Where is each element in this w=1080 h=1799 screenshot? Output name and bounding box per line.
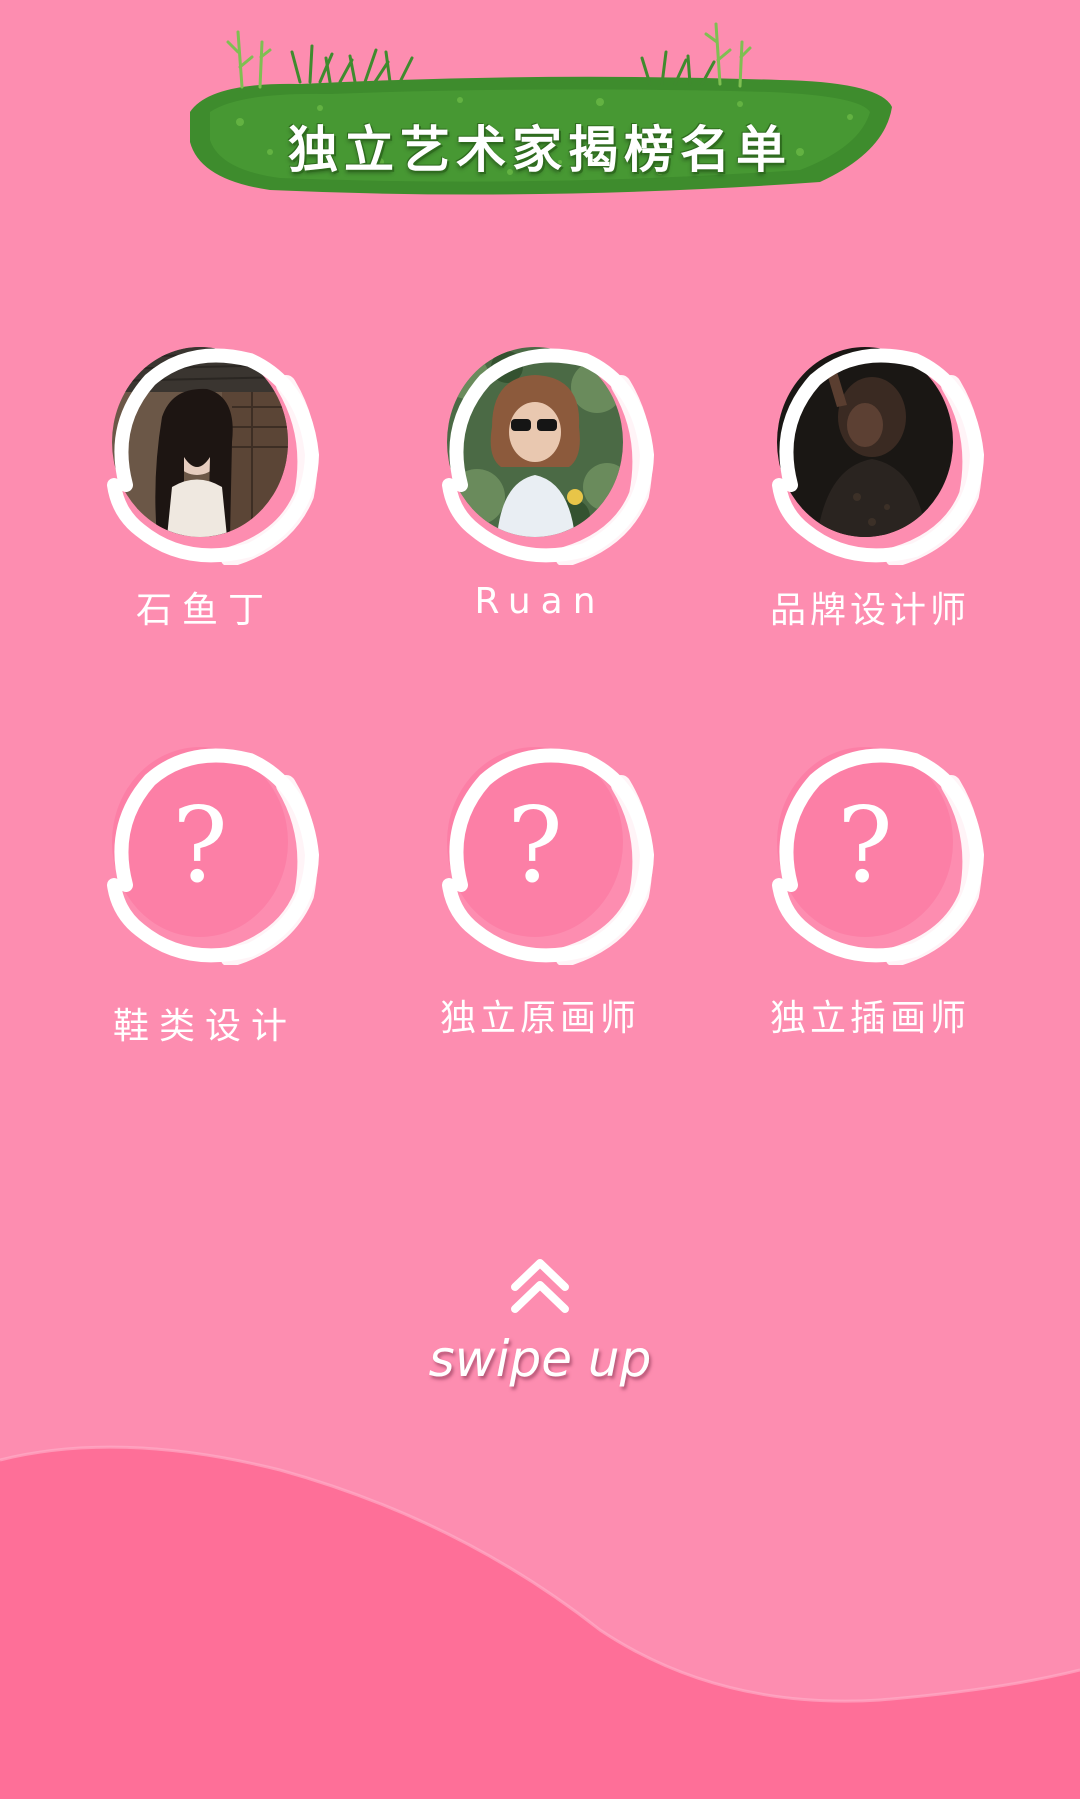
brush-ring-icon <box>772 748 985 965</box>
swipe-up-hint[interactable]: swipe up <box>390 1255 690 1395</box>
avatar-frame: ? <box>90 735 320 965</box>
avatar-frame: ? <box>425 735 655 965</box>
artist-name: 鞋类设计 <box>112 1006 297 1047</box>
avatar-frame: ? <box>755 735 985 965</box>
brush-ring-icon <box>442 348 655 565</box>
swipe-up-label: swipe up <box>428 1330 652 1388</box>
brush-ring-icon <box>107 748 320 965</box>
artist-card-3[interactable]: 品牌设计师 <box>725 335 985 655</box>
artist-card-2[interactable]: Ruan <box>395 335 655 655</box>
brush-ring-icon <box>442 748 655 965</box>
artist-name: 独立插画师 <box>769 998 970 1039</box>
brush-ring-icon <box>772 348 985 565</box>
double-chevron-up-icon <box>511 1259 569 1313</box>
artist-card-6[interactable]: ? 独立插画师 <box>725 735 985 1055</box>
artist-card-1[interactable]: 石鱼丁 <box>60 335 320 655</box>
artist-card-4[interactable]: ? 鞋类设计 <box>60 735 320 1055</box>
artist-name: 石鱼丁 <box>135 590 274 631</box>
avatar-frame <box>755 335 985 565</box>
avatar-frame <box>425 335 655 565</box>
bottom-wave-decoration <box>0 1445 1080 1799</box>
artist-name: 独立原画师 <box>439 998 640 1039</box>
artist-card-5[interactable]: ? 独立原画师 <box>395 735 655 1055</box>
brush-ring-icon <box>107 348 320 565</box>
avatar-frame <box>90 335 320 565</box>
artist-name: 品牌设计师 <box>769 590 970 631</box>
artist-name: Ruan <box>474 581 606 622</box>
artist-grid: 石鱼丁 Ruan 品牌设计师 ? 鞋类设计 ? 独立原画师 ? 独立插画师 <box>0 0 1080 1100</box>
